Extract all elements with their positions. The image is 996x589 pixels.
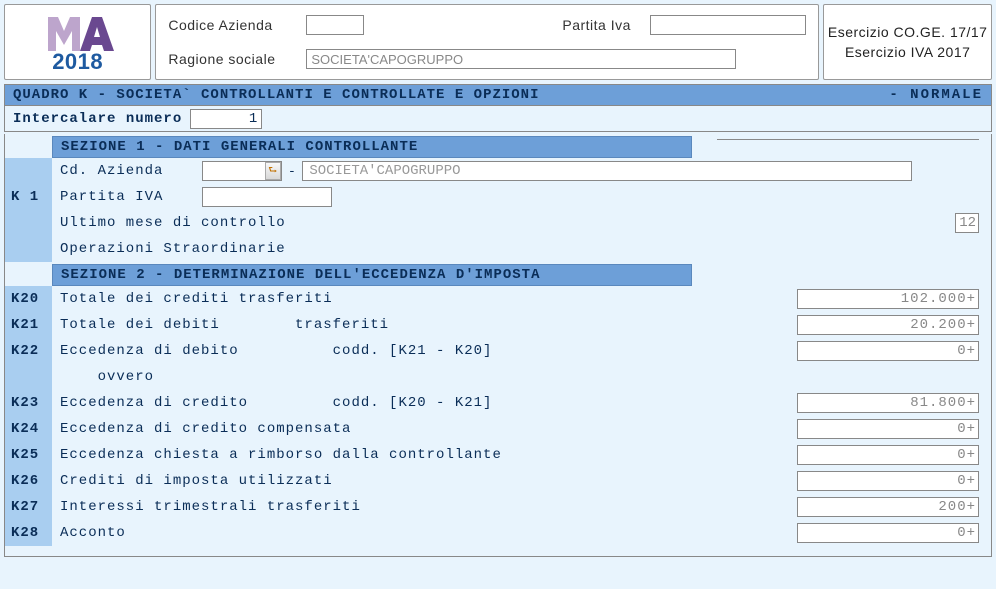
sezione2-header: SEZIONE 2 - DETERMINAZIONE DELL'ECCEDENZ… <box>52 264 692 286</box>
row-code <box>5 364 52 390</box>
amount-input[interactable] <box>797 393 979 413</box>
table-row: K25Eccedenza chiesta a rimborso dalla co… <box>5 442 991 468</box>
ragione-sociale-input[interactable] <box>306 49 736 69</box>
blank-code-2 <box>5 210 52 236</box>
row-label: Acconto <box>52 525 126 541</box>
table-row: K26Crediti di imposta utilizzati <box>5 468 991 494</box>
row-label: Eccedenza di credito codd. [K20 - K21] <box>52 395 492 411</box>
amount-input[interactable] <box>797 341 979 361</box>
codice-azienda-label: Codice Azienda <box>168 17 298 33</box>
table-row: K27Interessi trimestrali trasferiti <box>5 494 991 520</box>
intercalare-label: Intercalare numero <box>13 111 182 127</box>
row-code: K28 <box>5 520 52 546</box>
amount-input[interactable] <box>797 445 979 465</box>
partita-iva-header-input[interactable] <box>650 15 806 35</box>
amount-input[interactable] <box>797 419 979 439</box>
header-bar: 2018 Codice Azienda Partita Iva Ragione … <box>0 0 996 84</box>
row-code: K21 <box>5 312 52 338</box>
sezione1-header-row: SEZIONE 1 - DATI GENERALI CONTROLLANTE <box>5 134 991 158</box>
partita-iva-input[interactable] <box>202 187 332 207</box>
body-area: SEZIONE 1 - DATI GENERALI CONTROLLANTE C… <box>4 134 992 557</box>
ultimo-mese-label: Ultimo mese di controllo <box>52 215 286 231</box>
header-center: Codice Azienda Partita Iva Ragione socia… <box>155 4 819 80</box>
row-label: Totale dei crediti trasferiti <box>52 291 333 307</box>
table-row: K28Acconto <box>5 520 991 546</box>
header-right: Esercizio CO.GE. 17/17 Esercizio IVA 201… <box>823 4 992 80</box>
partita-iva-header-label: Partita Iva <box>562 17 642 33</box>
intercalare-input[interactable] <box>190 109 262 129</box>
row-code: K26 <box>5 468 52 494</box>
k1-code: K 1 <box>5 184 52 210</box>
amount-input[interactable] <box>797 315 979 335</box>
sezione1-header: SEZIONE 1 - DATI GENERALI CONTROLLANTE <box>52 136 692 158</box>
esercizio-coge-label: Esercizio CO.GE. 17/17 <box>828 24 988 40</box>
row-code: K27 <box>5 494 52 520</box>
ultimo-mese-input[interactable] <box>955 213 979 233</box>
tab-hint <box>717 134 979 140</box>
row-code: K22 <box>5 338 52 364</box>
sezione2-grid: K20Totale dei crediti trasferitiK21Total… <box>5 286 991 546</box>
logo-box: 2018 <box>4 4 151 80</box>
operazioni-straord-label: Operazioni Straordinarie <box>52 241 286 257</box>
partita-iva-label: Partita IVA <box>52 189 182 205</box>
sezione1-grid: Cd. Azienda ⮑ - K 1 Partita IVA Ultimo m… <box>5 158 991 262</box>
esercizio-iva-label: Esercizio IVA 2017 <box>845 44 970 60</box>
lookup-icon[interactable]: ⮑ <box>265 162 281 180</box>
row-label: Crediti di imposta utilizzati <box>52 473 333 489</box>
table-row: K20Totale dei crediti trasferiti <box>5 286 991 312</box>
cd-azienda-company <box>302 161 912 181</box>
table-row: K24Eccedenza di credito compensata <box>5 416 991 442</box>
row-label: Totale dei debiti trasferiti <box>52 317 389 333</box>
ragione-sociale-label: Ragione sociale <box>168 51 298 67</box>
row-label: ovvero <box>52 369 154 385</box>
row-label: Eccedenza di credito compensata <box>52 421 351 437</box>
row-code: K24 <box>5 416 52 442</box>
blank-code <box>5 158 52 184</box>
table-row: K22Eccedenza di debito codd. [K21 - K20] <box>5 338 991 364</box>
amount-input[interactable] <box>797 497 979 517</box>
amount-input[interactable] <box>797 471 979 491</box>
sezione2-header-row: SEZIONE 2 - DETERMINAZIONE DELL'ECCEDENZ… <box>5 262 991 286</box>
blank-code-3 <box>5 236 52 262</box>
title-bar: QUADRO K - SOCIETA` CONTROLLANTI E CONTR… <box>4 84 992 106</box>
table-row: K21Totale dei debiti trasferiti <box>5 312 991 338</box>
amount-input[interactable] <box>797 289 979 309</box>
title-left: QUADRO K - SOCIETA` CONTROLLANTI E CONTR… <box>13 87 539 103</box>
row-code: K20 <box>5 286 52 312</box>
title-right: - NORMALE <box>889 87 983 103</box>
intercalare-row: Intercalare numero <box>4 106 992 132</box>
row-label: Eccedenza di debito codd. [K21 - K20] <box>52 343 492 359</box>
row-label: Interessi trimestrali trasferiti <box>52 499 361 515</box>
codice-azienda-input[interactable] <box>306 15 364 35</box>
row-code: K25 <box>5 442 52 468</box>
table-row: ovvero <box>5 364 991 390</box>
row-code: K23 <box>5 390 52 416</box>
cd-azienda-label: Cd. Azienda <box>52 163 182 179</box>
row-label: Eccedenza chiesta a rimborso dalla contr… <box>52 447 502 463</box>
logo-year: 2018 <box>52 49 103 75</box>
amount-input[interactable] <box>797 523 979 543</box>
dash-sep: - <box>288 164 296 179</box>
table-row: K23Eccedenza di credito codd. [K20 - K21… <box>5 390 991 416</box>
